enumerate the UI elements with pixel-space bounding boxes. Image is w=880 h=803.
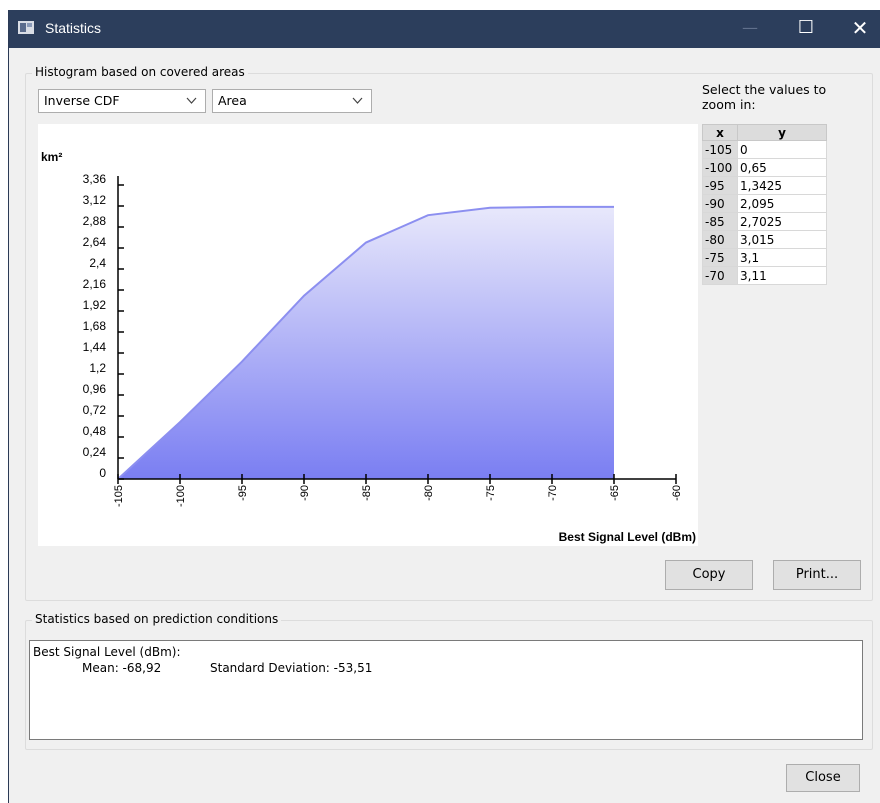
stats-mean: Mean: -68,92 — [82, 661, 162, 675]
minimize-button[interactable]: — — [727, 10, 773, 48]
x-axis-label: Best Signal Level (dBm) — [559, 530, 696, 544]
table-cell-y[interactable]: 3,11 — [737, 266, 827, 285]
y-tick-label: 0,24 — [83, 445, 107, 459]
x-tick-label: -105 — [113, 485, 125, 507]
y-tick-label: 1,92 — [83, 298, 107, 312]
stats-textbox[interactable]: Best Signal Level (dBm): Mean: -68,92 St… — [29, 640, 863, 740]
zoom-hint: Select the values to zoom in: — [702, 82, 842, 112]
table-row[interactable]: -95 1,3425 — [702, 176, 827, 195]
zoom-hint-line2: zoom in: — [702, 97, 756, 112]
table-cell-x[interactable]: -75 — [702, 248, 738, 267]
x-tick-label: -75 — [485, 485, 497, 501]
stats-heading: Best Signal Level (dBm): — [33, 645, 181, 659]
table-cell-x[interactable]: -80 — [702, 230, 738, 249]
x-tick-label: -65 — [609, 485, 621, 501]
print-button[interactable]: Print... — [773, 560, 861, 590]
y-tick-label: 2,4 — [89, 256, 106, 270]
table-cell-y[interactable]: 1,3425 — [737, 176, 827, 195]
values-table[interactable]: x y -105 0 -100 0,65 -95 1,3425 -90 2,095 -85 2,7… — [702, 124, 827, 285]
y-tick-label: 1,44 — [83, 340, 107, 354]
zoom-hint-line1: Select the values to — [702, 82, 827, 97]
y-tick-label: 2,64 — [83, 235, 107, 249]
table-cell-x[interactable]: -70 — [702, 266, 738, 285]
table-cell-x[interactable]: -100 — [702, 158, 738, 177]
window-title: Statistics — [45, 20, 102, 36]
table-cell-y[interactable]: 2,7025 — [737, 212, 827, 231]
measure-combo[interactable]: Area — [212, 89, 372, 113]
table-header-y[interactable]: y — [737, 124, 827, 141]
table-cell-x[interactable]: -95 — [702, 176, 738, 195]
table-row[interactable]: -90 2,095 — [702, 194, 827, 213]
x-tick-label: -95 — [237, 485, 249, 501]
app-icon — [18, 21, 34, 34]
chevron-down-icon — [352, 97, 363, 104]
y-tick-label: 2,16 — [83, 277, 107, 291]
statistics-window: Statistics — ☐ ✕ Histogram based on cove… — [8, 10, 880, 803]
y-tick-label: 0,72 — [83, 403, 107, 417]
close-button[interactable]: Close — [786, 764, 860, 792]
area-fill — [118, 206, 614, 479]
table-row[interactable]: -80 3,015 — [702, 230, 827, 249]
y-axis-label: km² — [41, 150, 62, 164]
x-tick-label: -70 — [547, 485, 559, 501]
table-header-x[interactable]: x — [702, 124, 738, 141]
title-bar[interactable]: Statistics — ☐ ✕ — [9, 10, 880, 48]
x-tick-label: -100 — [175, 485, 187, 507]
table-cell-y[interactable]: 2,095 — [737, 194, 827, 213]
y-tick-label: 0,96 — [83, 382, 107, 396]
x-tick-label: -60 — [671, 485, 683, 501]
y-tick-label: 3,12 — [83, 193, 107, 207]
y-tick-label: 0,48 — [83, 424, 107, 438]
stats-group-label: Statistics based on prediction condition… — [32, 612, 282, 626]
chevron-down-icon — [186, 97, 197, 104]
y-tick-label: 2,88 — [83, 214, 107, 228]
histogram-group-label: Histogram based on covered areas — [32, 65, 248, 79]
x-tick-label: -90 — [299, 485, 311, 501]
table-cell-y[interactable]: 0,65 — [737, 158, 827, 177]
table-cell-y[interactable]: 0 — [737, 140, 827, 159]
close-window-button[interactable]: ✕ — [837, 10, 880, 48]
table-cell-x[interactable]: -105 — [702, 140, 738, 159]
stats-stddev: Standard Deviation: -53,51 — [210, 661, 373, 675]
table-row[interactable]: -105 0 — [702, 140, 827, 159]
table-cell-x[interactable]: -90 — [702, 194, 738, 213]
table-row[interactable]: -85 2,7025 — [702, 212, 827, 231]
table-row[interactable]: -75 3,1 — [702, 248, 827, 267]
table-cell-y[interactable]: 3,1 — [737, 248, 827, 267]
chart-area: 0 0,24 0,48 0,72 0,96 1,2 1,44 1,68 1,92 2,16 2,4 2… — [38, 124, 698, 546]
measure-value: Area — [218, 93, 247, 108]
y-tick-label: 3,36 — [83, 172, 107, 186]
table-cell-y[interactable]: 3,015 — [737, 230, 827, 249]
table-row[interactable]: -100 0,65 — [702, 158, 827, 177]
maximize-button[interactable]: ☐ — [783, 10, 829, 48]
y-tick-label: 1,68 — [83, 319, 107, 333]
x-tick-label: -85 — [361, 485, 373, 501]
y-tick-label: 0 — [99, 466, 106, 480]
x-tick-label: -80 — [423, 485, 435, 501]
copy-button[interactable]: Copy — [665, 560, 753, 590]
chart-type-combo[interactable]: Inverse CDF — [38, 89, 206, 113]
table-row[interactable]: -70 3,11 — [702, 266, 827, 285]
y-tick-label: 1,2 — [89, 361, 106, 375]
area-chart: 0 0,24 0,48 0,72 0,96 1,2 1,44 1,68 1,92 2,16 2,4 2… — [41, 150, 696, 544]
table-cell-x[interactable]: -85 — [702, 212, 738, 231]
chart-type-value: Inverse CDF — [44, 93, 120, 108]
